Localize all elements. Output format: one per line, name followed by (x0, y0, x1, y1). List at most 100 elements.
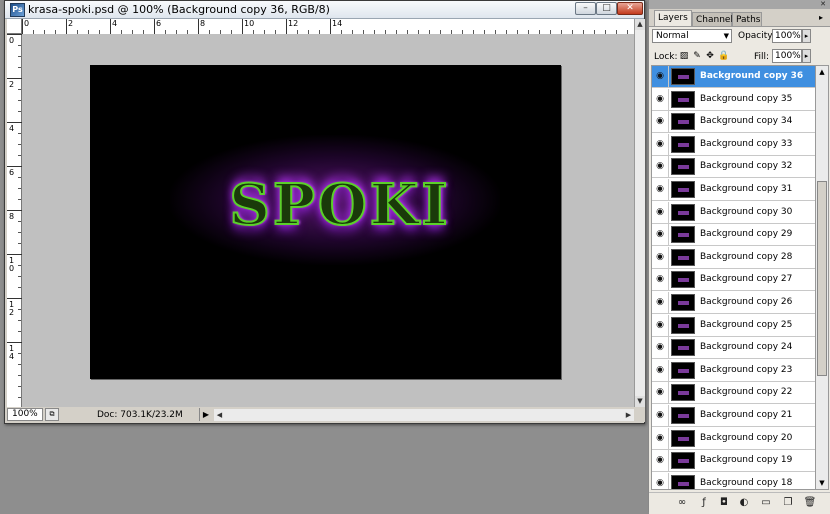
layer-thumbnail[interactable] (671, 68, 695, 85)
layer-thumbnail[interactable] (671, 474, 695, 489)
tab-paths[interactable]: Paths (732, 12, 762, 26)
image-canvas[interactable]: SPOKI (90, 65, 561, 379)
layer-visibility-toggle[interactable]: ◉ (652, 201, 669, 223)
layer-thumbnail[interactable] (671, 90, 695, 108)
document-titlebar[interactable]: Ps krasa-spoki.psd @ 100% (Background co… (5, 1, 644, 19)
layer-visibility-toggle[interactable]: ◉ (652, 246, 669, 268)
layer-thumbnail[interactable] (671, 181, 695, 198)
close-button[interactable]: ✕ (617, 2, 643, 15)
add-mask-icon[interactable]: ◘ (717, 497, 731, 509)
scroll-down-icon[interactable]: ▼ (635, 396, 645, 407)
adjustment-layer-icon[interactable]: ◐ (737, 497, 751, 509)
layer-visibility-toggle[interactable]: ◉ (652, 88, 669, 110)
layer-visibility-toggle[interactable]: ◉ (652, 156, 669, 178)
layer-thumbnail[interactable] (671, 316, 695, 334)
layer-row[interactable]: ◉ Background copy 20 (652, 427, 815, 450)
horizontal-scrollbar[interactable]: ◀ ▶ (214, 409, 634, 421)
layer-row[interactable]: ◉ Background copy 28 (652, 246, 815, 269)
panel-menu-icon[interactable]: ▸ (814, 12, 828, 24)
scroll-down-icon[interactable]: ▼ (816, 477, 828, 489)
tab-layers[interactable]: Layers (654, 10, 692, 26)
scroll-up-icon[interactable]: ▲ (816, 66, 828, 78)
horizontal-ruler[interactable]: 0 2 4 6 8 10 12 14 (22, 19, 634, 35)
new-group-icon[interactable]: ▭ (759, 497, 773, 509)
layer-thumbnail[interactable] (671, 226, 695, 244)
layer-row[interactable]: ◉ Background copy 30 (652, 201, 815, 224)
layer-row[interactable]: ◉ Background copy 29 (652, 224, 815, 247)
status-menu-arrow-icon[interactable]: ▶ (199, 408, 212, 421)
link-layers-icon[interactable]: ∞ (675, 497, 689, 509)
layer-visibility-toggle[interactable]: ◉ (652, 382, 669, 404)
layer-visibility-toggle[interactable]: ◉ (652, 66, 669, 87)
status-preview-icon[interactable]: ⧉ (45, 408, 59, 421)
lock-position-icon[interactable]: ✥ (705, 51, 715, 61)
minimize-button[interactable]: – (575, 2, 596, 15)
layer-thumbnail[interactable] (671, 339, 695, 357)
panel-grip[interactable]: ✕ (649, 0, 830, 9)
layer-visibility-toggle[interactable]: ◉ (652, 359, 669, 381)
lock-transparency-icon[interactable]: ▨ (679, 51, 689, 61)
layer-thumbnail[interactable] (671, 407, 695, 424)
scroll-right-icon[interactable]: ▶ (623, 409, 634, 421)
layer-row[interactable]: ◉ Background copy 21 (652, 405, 815, 427)
layer-visibility-toggle[interactable]: ◉ (652, 269, 669, 291)
opacity-slider-icon[interactable]: ▸ (802, 29, 811, 43)
layer-thumbnail[interactable] (671, 248, 695, 266)
layer-visibility-toggle[interactable]: ◉ (652, 450, 669, 472)
layer-row[interactable]: ◉ Background copy 36 (652, 66, 815, 88)
scroll-up-icon[interactable]: ▲ (635, 19, 645, 30)
tab-channels[interactable]: Channels (692, 12, 738, 26)
layer-visibility-toggle[interactable]: ◉ (652, 405, 669, 426)
layer-visibility-toggle[interactable]: ◉ (652, 314, 669, 336)
layer-visibility-toggle[interactable]: ◉ (652, 133, 669, 155)
maximize-button[interactable]: □ (596, 2, 617, 15)
scroll-left-icon[interactable]: ◀ (214, 409, 225, 421)
fill-slider-icon[interactable]: ▸ (802, 49, 811, 63)
new-layer-icon[interactable]: ❐ (781, 497, 795, 509)
layer-visibility-toggle[interactable]: ◉ (652, 472, 669, 489)
fill-input[interactable]: 100% (772, 49, 802, 63)
layer-style-icon[interactable]: ƒ (697, 497, 711, 509)
lock-all-icon[interactable]: 🔒 (718, 51, 729, 61)
panel-close-icon[interactable]: ✕ (818, 0, 828, 8)
vertical-scrollbar[interactable]: ▲ ▼ (634, 19, 645, 407)
layer-row[interactable]: ◉ Background copy 25 (652, 314, 815, 337)
zoom-level-field[interactable]: 100% (7, 408, 43, 421)
layer-row[interactable]: ◉ Background copy 24 (652, 337, 815, 360)
layer-thumbnail[interactable] (671, 203, 695, 221)
layer-row[interactable]: ◉ Background copy 35 (652, 88, 815, 111)
layer-thumbnail[interactable] (671, 158, 695, 176)
blend-mode-select[interactable]: Normal ▼ (652, 29, 732, 43)
layer-row[interactable]: ◉ Background copy 33 (652, 133, 815, 156)
layer-visibility-toggle[interactable]: ◉ (652, 111, 669, 133)
layer-row[interactable]: ◉ Background copy 23 (652, 359, 815, 382)
layer-row[interactable]: ◉ Background copy 26 (652, 292, 815, 314)
opacity-input[interactable]: 100% (772, 29, 802, 43)
layer-row[interactable]: ◉ Background copy 34 (652, 111, 815, 134)
layer-row[interactable]: ◉ Background copy 32 (652, 156, 815, 179)
layer-visibility-toggle[interactable]: ◉ (652, 427, 669, 449)
layer-thumbnail[interactable] (671, 294, 695, 311)
vertical-ruler[interactable]: 0 2 4 6 8 10 12 14 (7, 34, 22, 407)
layer-thumbnail[interactable] (671, 113, 695, 131)
layer-visibility-toggle[interactable]: ◉ (652, 292, 669, 313)
canvas-area[interactable]: SPOKI (22, 34, 634, 407)
layer-thumbnail[interactable] (671, 429, 695, 447)
layer-visibility-toggle[interactable]: ◉ (652, 337, 669, 359)
layer-thumbnail[interactable] (671, 452, 695, 470)
layer-list-scrollbar[interactable]: ▲ ▼ (816, 65, 829, 490)
lock-image-icon[interactable]: ✎ (692, 51, 702, 61)
layer-row[interactable]: ◉ Background copy 31 (652, 179, 815, 201)
layer-thumbnail[interactable] (671, 361, 695, 379)
layer-row[interactable]: ◉ Background copy 27 (652, 269, 815, 292)
layer-thumbnail[interactable] (671, 271, 695, 289)
layer-row[interactable]: ◉ Background copy 22 (652, 382, 815, 405)
layer-visibility-toggle[interactable]: ◉ (652, 224, 669, 246)
delete-layer-icon[interactable]: 🗑 (803, 497, 817, 509)
layer-row[interactable]: ◉ Background copy 19 (652, 450, 815, 473)
layer-row[interactable]: ◉ Background copy 18 (652, 472, 815, 489)
ruler-origin[interactable] (7, 19, 22, 34)
scroll-thumb[interactable] (817, 181, 827, 376)
layer-thumbnail[interactable] (671, 135, 695, 153)
layer-thumbnail[interactable] (671, 384, 695, 402)
